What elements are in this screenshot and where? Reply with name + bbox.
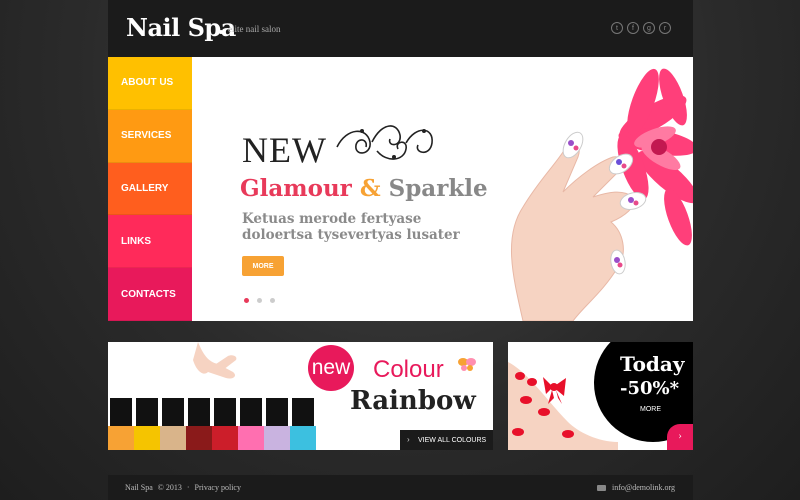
hero-title-amp: &: [359, 175, 381, 202]
nav-item-links[interactable]: LINKS: [108, 215, 192, 269]
hero-title: Glamour & Sparkle: [240, 175, 488, 202]
colour-rainbow-banner[interactable]: new Colour Rainbow › VIEW ALL COLOURS: [108, 342, 493, 450]
footer-brand: Nail Spa: [125, 483, 153, 492]
view-all-colours-button[interactable]: › VIEW ALL COLOURS: [400, 430, 493, 450]
google-plus-icon[interactable]: g: [643, 22, 655, 34]
discount-label: -50%*: [620, 378, 680, 399]
hero-title-glamour: Glamour: [240, 175, 352, 202]
footer-copyright: Nail Spa © 2013 · Privacy policy: [125, 483, 241, 492]
social-links: t f g r: [611, 22, 671, 34]
nail-polish-bottles-image: [108, 342, 316, 450]
footer: Nail Spa © 2013 · Privacy policy info@de…: [108, 475, 693, 500]
footer-year: © 2013: [157, 483, 182, 492]
hero-hand-flower-image: [510, 68, 693, 321]
rainbow-heading: Rainbow: [350, 386, 476, 416]
slider-dot-2[interactable]: [257, 298, 262, 303]
hero-slider: NEW Glamour & Sparkle Ketuas merode fert…: [192, 57, 693, 321]
hero-title-sparkle: Sparkle: [388, 175, 488, 202]
slider-dot-3[interactable]: [270, 298, 275, 303]
colour-heading: Colour: [373, 356, 444, 383]
mail-icon: [597, 484, 606, 491]
swirl-ornament-icon: [336, 125, 433, 160]
footer-separator: ·: [186, 483, 190, 492]
butterfly-icon: [458, 358, 476, 371]
arrow-right-icon[interactable]: ›: [667, 424, 693, 450]
chevron-right-icon: ›: [407, 435, 410, 444]
privacy-policy-link[interactable]: Privacy policy: [195, 483, 241, 492]
twitter-icon[interactable]: t: [611, 22, 623, 34]
tagline: elite nail salon: [228, 24, 281, 34]
nav-item-gallery[interactable]: GALLERY: [108, 162, 192, 216]
hero-more-button[interactable]: MORE: [242, 256, 284, 276]
main-nav: ABOUT US SERVICES GALLERY LINKS CONTACTS: [108, 57, 192, 321]
sale-more-link[interactable]: MORE: [640, 406, 661, 413]
view-all-colours-label: VIEW ALL COLOURS: [418, 436, 487, 444]
footer-contact: info@demolink.org: [597, 483, 675, 492]
logo-dot: [219, 30, 223, 34]
hero-subtitle: Ketuas merode fertyase doloertsa tysever…: [242, 211, 460, 243]
header: Nail Spa elite nail salon t f g r: [108, 0, 693, 57]
footer-email-link[interactable]: info@demolink.org: [612, 483, 675, 492]
new-badge: new: [308, 345, 354, 391]
slider-dot-1[interactable]: [244, 298, 249, 303]
page-wrapper: Nail Spa elite nail salon t f g r ABOUT …: [108, 0, 693, 500]
facebook-icon[interactable]: f: [627, 22, 639, 34]
hero-new-label: NEW: [242, 130, 327, 170]
nav-item-contacts[interactable]: CONTACTS: [108, 268, 192, 321]
slider-pagination: [244, 298, 275, 303]
nav-item-services[interactable]: SERVICES: [108, 109, 192, 163]
rss-icon[interactable]: r: [659, 22, 671, 34]
logo[interactable]: Nail Spa: [126, 13, 236, 42]
nav-item-about-us[interactable]: ABOUT US: [108, 57, 192, 110]
today-heading: Today: [620, 352, 685, 376]
sale-banner[interactable]: Today -50%* MORE ›: [508, 342, 693, 450]
